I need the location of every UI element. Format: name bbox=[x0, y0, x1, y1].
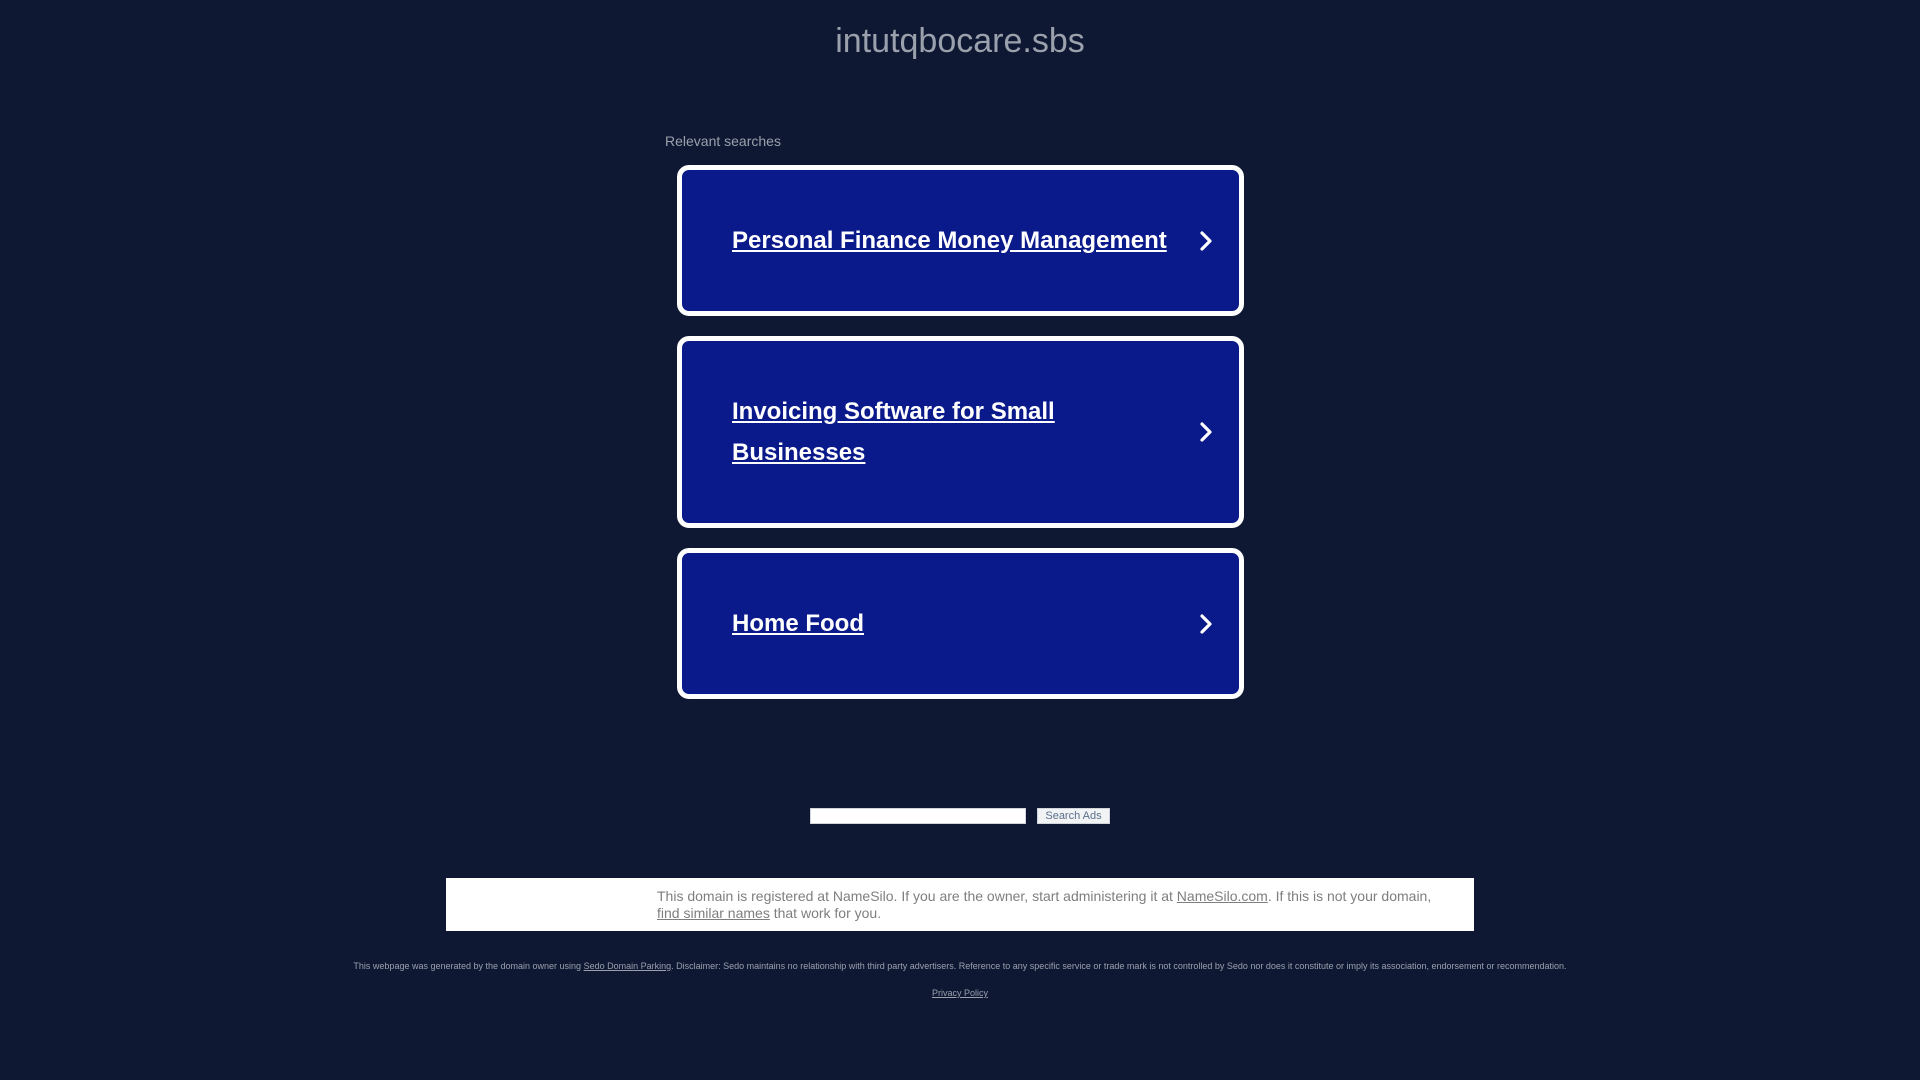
domain-title: intutqbocare.sbs bbox=[835, 22, 1085, 60]
privacy-policy-link[interactable]: Privacy Policy bbox=[932, 988, 988, 998]
footer-text-part: This webpage was generated by the domain… bbox=[353, 961, 584, 971]
chevron-right-icon bbox=[1200, 613, 1212, 634]
search-result-card-1[interactable]: Personal Finance Money Management bbox=[677, 165, 1244, 316]
namesilo-link[interactable]: NameSilo.com bbox=[1177, 888, 1268, 904]
search-result-label: Personal Finance Money Management bbox=[732, 227, 1167, 254]
parked-domain-page: intutqbocare.sbs Relevant searches Perso… bbox=[0, 0, 1920, 1080]
find-similar-names-link[interactable]: find similar names bbox=[657, 905, 770, 921]
relevant-searches-label: Relevant searches bbox=[665, 133, 781, 149]
registrar-notice: This domain is registered at NameSilo. I… bbox=[446, 878, 1474, 931]
search-ads-form: Search Ads bbox=[810, 808, 1110, 824]
footer-disclaimer: This webpage was generated by the domain… bbox=[0, 961, 1920, 971]
registrar-notice-text: This domain is registered at NameSilo. I… bbox=[657, 888, 1457, 922]
chevron-right-icon bbox=[1200, 230, 1212, 251]
notice-text-part: . If this is not your domain, bbox=[1267, 888, 1432, 904]
notice-text-part: that work for you. bbox=[769, 905, 882, 921]
search-ads-button[interactable]: Search Ads bbox=[1037, 808, 1110, 824]
chevron-right-icon bbox=[1200, 422, 1212, 442]
search-result-label: Home Food bbox=[732, 610, 864, 637]
search-result-card-2[interactable]: Invoicing Software for Small Businesses bbox=[677, 336, 1244, 528]
notice-text-part: This domain is registered at NameSilo. I… bbox=[657, 888, 1177, 904]
search-input[interactable] bbox=[810, 808, 1026, 824]
search-result-card-3[interactable]: Home Food bbox=[677, 548, 1244, 699]
privacy-row: Privacy Policy bbox=[0, 988, 1920, 998]
sedo-domain-parking-link[interactable]: Sedo Domain Parking bbox=[584, 961, 672, 971]
footer-text-part: . Disclaimer: Sedo maintains no relation… bbox=[671, 961, 1567, 971]
search-result-label: Invoicing Software for Small Businesses bbox=[732, 398, 1055, 466]
